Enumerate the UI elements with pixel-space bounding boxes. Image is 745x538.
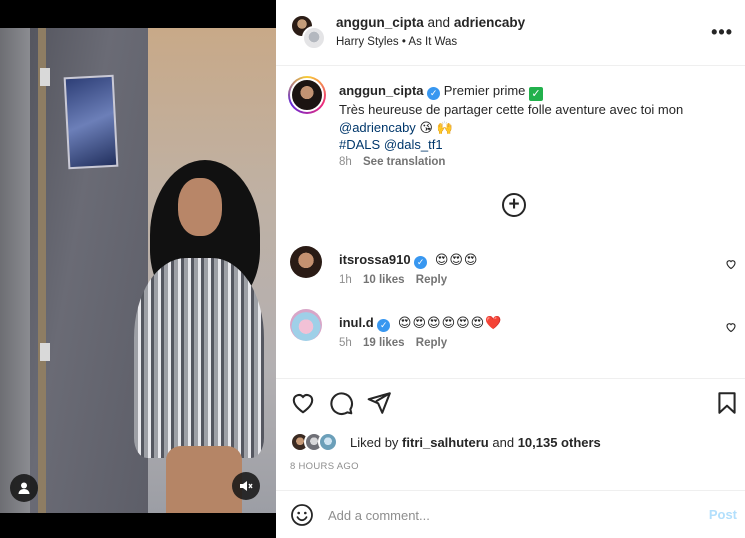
avatar[interactable] — [318, 432, 338, 452]
check-mark-emoji-icon: ✓ — [529, 87, 544, 101]
comment-meta: 1h 10 likes Reply — [339, 274, 447, 286]
liked-by-and: and — [492, 435, 515, 450]
caption-username-link[interactable]: anggun_cipta — [339, 83, 424, 98]
liked-by-text: Liked by fitri_salhuteru and 10,135 othe… — [350, 435, 601, 450]
plus-circle-icon[interactable]: + — [502, 193, 526, 217]
verified-badge-icon: ✓ — [414, 256, 428, 269]
liked-by-user-link[interactable]: fitri_salhuteru — [402, 435, 489, 450]
header-joiner: and — [427, 15, 451, 30]
post-comment-button[interactable]: Post — [709, 507, 737, 522]
caption-hashtag-link[interactable]: #DALS — [339, 137, 380, 152]
bookmark-icon[interactable] — [714, 390, 740, 416]
avatar[interactable] — [302, 26, 326, 50]
avatar[interactable] — [290, 309, 322, 341]
caption-emojis: 😘 🙌 — [419, 119, 453, 135]
reply-button[interactable]: Reply — [416, 274, 447, 286]
post-timestamp[interactable]: 8 HOURS AGO — [290, 461, 359, 472]
reply-button[interactable]: Reply — [416, 337, 447, 349]
emoji-smile-icon[interactable] — [290, 503, 314, 527]
header-user2-link[interactable]: adriencaby — [454, 15, 525, 30]
video-frame — [0, 28, 276, 513]
heart-icon[interactable] — [290, 390, 316, 416]
comment-time[interactable]: 5h — [339, 337, 352, 349]
caption-text: Premier prime — [443, 83, 526, 98]
verified-badge-icon: ✓ — [377, 319, 391, 332]
caption: anggun_cipta ✓ Premier prime ✓ Très heur… — [339, 82, 734, 154]
comment-item: itsrossa910 ✓ 😍😍😍 1h 10 likes Reply — [276, 246, 745, 296]
comment-likes-link[interactable]: 10 likes — [363, 274, 405, 286]
comment-text: inul.d ✓ 😍😍😍😍😍😍❤️ — [339, 315, 502, 332]
add-comment-input[interactable] — [328, 501, 688, 529]
avatar[interactable] — [290, 246, 322, 278]
scene-hinge — [40, 68, 50, 86]
header-usernames: anggun_cipta and adriencaby — [336, 15, 525, 30]
comment-item: inul.d ✓ 😍😍😍😍😍😍❤️ 5h 19 likes Reply — [276, 309, 745, 359]
comment-body: 😍😍😍 — [434, 252, 479, 267]
liked-by-prefix: Liked by — [350, 435, 399, 450]
comment-meta: 5h 19 likes Reply — [339, 337, 447, 349]
heart-icon[interactable] — [725, 321, 737, 333]
caption-mention-link[interactable]: @dals_tf1 — [384, 137, 443, 152]
post-actions — [276, 390, 745, 418]
scene-person-face — [178, 178, 222, 236]
heart-icon[interactable] — [725, 258, 737, 270]
avatar — [290, 78, 324, 112]
post-video[interactable] — [0, 0, 276, 538]
instagram-post-view: anggun_cipta and adriencaby Harry Styles… — [0, 0, 745, 538]
comment-likes-link[interactable]: 19 likes — [363, 337, 405, 349]
post-detail-panel: anggun_cipta and adriencaby Harry Styles… — [276, 0, 745, 538]
scene-door-frame — [38, 28, 46, 513]
add-comment-bar: Post — [276, 491, 745, 538]
see-translation-button[interactable]: See translation — [363, 156, 445, 168]
caption-avatar[interactable] — [288, 76, 326, 114]
caption-meta: 8h See translation — [339, 156, 445, 168]
comment-username-link[interactable]: inul.d — [339, 315, 374, 330]
comment-bubble-icon[interactable] — [328, 390, 354, 416]
person-icon[interactable] — [10, 474, 38, 502]
comment-username-link[interactable]: itsrossa910 — [339, 252, 411, 267]
scene-hinge — [40, 343, 50, 361]
comment-time[interactable]: 1h — [339, 274, 352, 286]
audio-track-link[interactable]: Harry Styles • As It Was — [336, 36, 457, 48]
likes-count-link[interactable]: 10,135 others — [518, 435, 601, 450]
muted-speaker-icon[interactable] — [232, 472, 260, 500]
caption-time[interactable]: 8h — [339, 156, 352, 168]
comment-text: itsrossa910 ✓ 😍😍😍 — [339, 252, 478, 269]
header-user1-link[interactable]: anggun_cipta — [336, 15, 424, 30]
collab-avatars[interactable] — [290, 14, 326, 50]
share-paper-plane-icon[interactable] — [366, 390, 392, 416]
verified-badge-icon: ✓ — [427, 87, 441, 100]
liked-by-summary: Liked by fitri_salhuteru and 10,135 othe… — [290, 432, 730, 454]
scene-person-dress — [134, 258, 264, 458]
more-dots-icon[interactable]: ••• — [711, 22, 733, 43]
scene-person-legs — [166, 446, 242, 513]
comment-body: 😍😍😍😍😍😍❤️ — [397, 315, 503, 330]
scene-wall — [0, 28, 30, 513]
caption-line: Très heureuse de partager cette folle av… — [339, 102, 684, 117]
divider — [276, 378, 745, 379]
caption-mention-link[interactable]: @adriencaby — [339, 120, 416, 135]
scene-poster — [63, 74, 119, 170]
post-header: anggun_cipta and adriencaby Harry Styles… — [276, 0, 745, 66]
